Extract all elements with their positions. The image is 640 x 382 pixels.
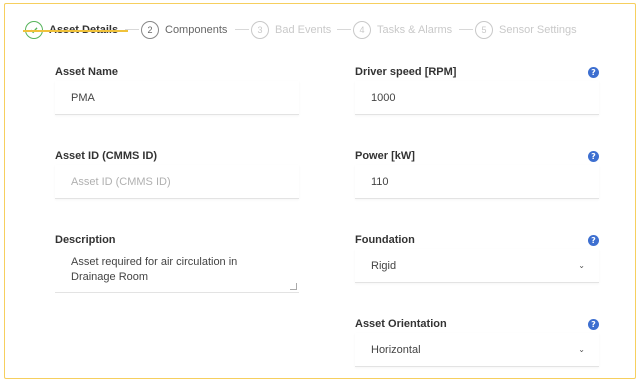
help-icon[interactable]: ? — [588, 235, 599, 246]
driver-speed-field: Driver speed [RPM] ? 1000 — [355, 65, 599, 117]
step-components[interactable]: 2 Components — [141, 18, 227, 42]
step-label: Bad Events — [275, 24, 332, 36]
chevron-down-icon: ⌄ — [578, 345, 585, 354]
orientation-select[interactable]: Horizontal ⌄ — [355, 333, 599, 367]
driver-speed-input[interactable]: 1000 — [355, 81, 599, 115]
help-icon[interactable]: ? — [588, 67, 599, 78]
orientation-label: Asset Orientation — [355, 318, 447, 330]
help-icon[interactable]: ? — [588, 151, 599, 162]
description-textarea[interactable]: Asset required for air circulation in Dr… — [55, 247, 299, 293]
step-bad-events[interactable]: 3 Bad Events — [251, 18, 331, 42]
asset-name-value: PMA — [71, 91, 95, 104]
power-value: 110 — [371, 175, 389, 188]
step-divider — [337, 29, 351, 30]
step-divider — [235, 29, 249, 30]
asset-id-label: Asset ID (CMMS ID) — [55, 150, 158, 162]
asset-name-input[interactable]: PMA — [55, 81, 299, 115]
foundation-value: Rigid — [371, 259, 397, 272]
driver-speed-label: Driver speed [RPM] — [355, 66, 457, 78]
step-divider — [459, 29, 473, 30]
power-label: Power [kW] — [355, 150, 415, 162]
asset-name-field: Asset Name PMA — [55, 65, 299, 117]
step-tasks-alarms[interactable]: 4 Tasks & Alarms — [353, 18, 452, 42]
power-input[interactable]: 110 — [355, 165, 599, 199]
step-label: Components — [165, 24, 228, 36]
description-value: Asset required for air circulation in Dr… — [71, 256, 238, 283]
foundation-field: Foundation ? Rigid ⌄ — [355, 233, 599, 285]
orientation-value: Horizontal — [371, 343, 421, 356]
help-icon[interactable]: ? — [588, 319, 599, 330]
asset-form-panel: Asset Details 2 Components 3 Bad Events … — [4, 3, 636, 379]
description-label: Description — [55, 234, 116, 246]
step-label: Sensor Settings — [499, 24, 577, 36]
driver-speed-value: 1000 — [371, 91, 396, 104]
step-number: 3 — [251, 21, 269, 39]
asset-id-field: Asset ID (CMMS ID) Asset ID (CMMS ID) — [55, 149, 299, 201]
step-label: Tasks & Alarms — [377, 24, 453, 36]
step-number: 2 — [141, 21, 159, 39]
asset-id-input[interactable]: Asset ID (CMMS ID) — [55, 165, 299, 199]
description-field: Description Asset required for air circu… — [55, 233, 299, 295]
foundation-select[interactable]: Rigid ⌄ — [355, 249, 599, 283]
power-field: Power [kW] ? 110 — [355, 149, 599, 201]
asset-name-label: Asset Name — [55, 66, 118, 78]
step-number: 5 — [475, 21, 493, 39]
chevron-down-icon: ⌄ — [578, 261, 585, 270]
step-number: 4 — [353, 21, 371, 39]
step-sensor-settings[interactable]: 5 Sensor Settings — [475, 18, 577, 42]
active-step-indicator — [23, 30, 128, 32]
resize-handle-icon[interactable] — [290, 283, 297, 290]
orientation-field: Asset Orientation ? Horizontal ⌄ — [355, 317, 599, 369]
asset-id-placeholder: Asset ID (CMMS ID) — [71, 175, 171, 188]
foundation-label: Foundation — [355, 234, 415, 246]
